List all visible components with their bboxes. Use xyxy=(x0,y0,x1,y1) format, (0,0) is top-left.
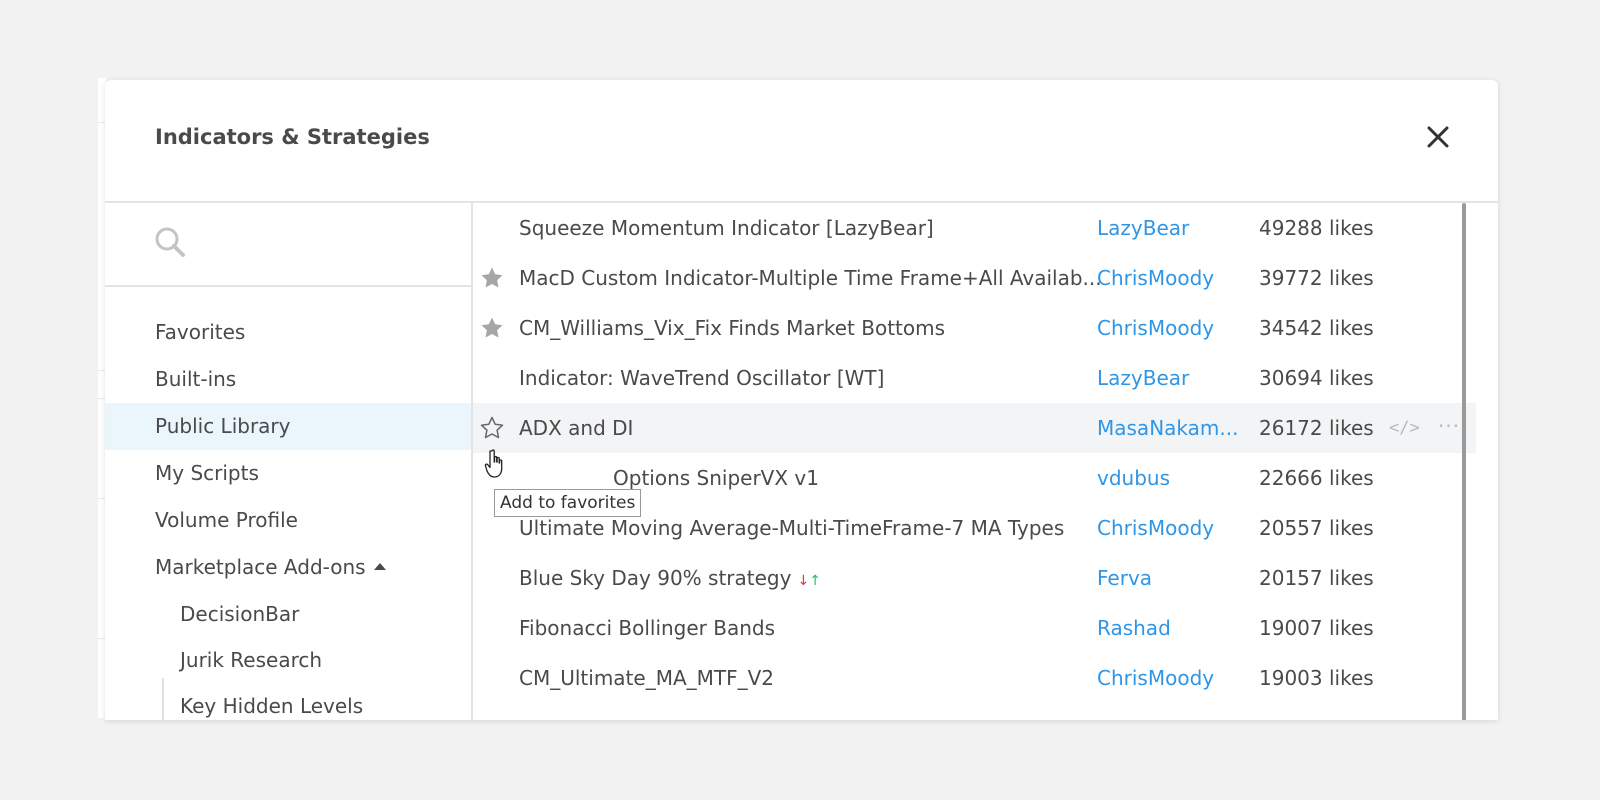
indicators-dialog: Indicators & Strategies Favorites Built-… xyxy=(105,80,1498,720)
script-likes: 20157 likes xyxy=(1259,566,1374,590)
sidebar-subitem-jurik-research[interactable]: Jurik Research xyxy=(164,637,464,683)
script-likes: 49288 likes xyxy=(1259,216,1374,240)
script-author-link[interactable]: ChrisMoody xyxy=(1097,303,1214,353)
more-options-icon[interactable]: ··· xyxy=(1438,403,1460,449)
script-author-link[interactable]: vdubus xyxy=(1097,453,1170,503)
script-name[interactable]: MacD Custom Indicator-Multiple Time Fram… xyxy=(519,253,1102,303)
script-likes: 39772 likes xyxy=(1259,266,1374,290)
script-row[interactable]: Fibonacci Bollinger Bands Rashad 19007 l… xyxy=(473,603,1476,653)
strategy-arrows-icon: ↓↑ xyxy=(797,573,820,589)
star-filled-icon[interactable] xyxy=(480,316,504,340)
script-likes: 26172 likes xyxy=(1259,416,1374,440)
sidebar-item-label: Marketplace Add-ons xyxy=(155,555,366,579)
category-sidebar: Favorites Built-ins Public Library My Sc… xyxy=(105,203,473,720)
hand-cursor-icon xyxy=(484,449,503,478)
script-author-link[interactable]: LazyBear xyxy=(1097,353,1189,403)
search-input[interactable] xyxy=(197,223,451,263)
script-likes: 19003 likes xyxy=(1259,666,1374,690)
sidebar-item-volume-profile[interactable]: Volume Profile xyxy=(105,497,471,544)
script-name: Blue Sky Day 90% strategy xyxy=(519,566,792,590)
scripts-list: Squeeze Momentum Indicator [LazyBear] La… xyxy=(473,203,1498,720)
script-row-hovered[interactable]: ADX and DI MasaNakam... 26172 likes </> … xyxy=(473,403,1476,453)
script-name[interactable]: Squeeze Momentum Indicator [LazyBear] xyxy=(519,203,934,253)
script-author-link[interactable]: ChrisMoody xyxy=(1097,503,1214,553)
script-author-link[interactable]: ChrisMoody xyxy=(1097,253,1214,303)
script-likes: 20557 likes xyxy=(1259,516,1374,540)
close-button[interactable] xyxy=(1423,122,1453,152)
script-author-link[interactable]: LazyBear xyxy=(1097,203,1189,253)
search-box xyxy=(105,203,471,287)
list-scrollbar[interactable] xyxy=(1462,203,1466,720)
script-name[interactable]: CM_Williams_Vix_Fix Finds Market Bottoms xyxy=(519,303,945,353)
sidebar-item-my-scripts[interactable]: My Scripts xyxy=(105,450,471,497)
sidebar-subitem-decisionbar[interactable]: DecisionBar xyxy=(164,591,464,637)
script-name[interactable]: Indicator: WaveTrend Oscillator [WT] xyxy=(519,353,884,403)
favorites-tooltip: Add to favorites xyxy=(494,489,642,517)
caret-up-icon xyxy=(373,563,386,570)
sidebar-subitem-key-hidden-levels[interactable]: Key Hidden Levels xyxy=(164,683,464,720)
script-row[interactable]: MacD Custom Indicator-Multiple Time Fram… xyxy=(473,253,1476,303)
arrow-down-icon: ↓ xyxy=(797,573,810,589)
arrow-up-icon: ↑ xyxy=(809,573,821,589)
dialog-title: Indicators & Strategies xyxy=(155,125,430,149)
star-outline-icon[interactable] xyxy=(480,416,504,440)
script-row[interactable]: CM_Ultimate_MA_MTF_V2 ChrisMoody 19003 l… xyxy=(473,653,1476,703)
script-name[interactable]: Options SniperVX v1 xyxy=(613,453,819,503)
script-likes: 34542 likes xyxy=(1259,316,1374,340)
script-row[interactable]: Blue Sky Day 90% strategy ↓↑ Ferva 20157 … xyxy=(473,553,1476,603)
close-icon xyxy=(1427,126,1449,148)
sidebar-item-built-ins[interactable]: Built-ins xyxy=(105,356,471,403)
script-likes: 22666 likes xyxy=(1259,466,1374,490)
script-row[interactable]: CM_Williams_Vix_Fix Finds Market Bottoms… xyxy=(473,303,1476,353)
script-author-link[interactable]: ChrisMoody xyxy=(1097,653,1214,703)
sidebar-item-marketplace-add-ons[interactable]: Marketplace Add-ons xyxy=(105,544,471,591)
script-row[interactable]: Squeeze Momentum Indicator [LazyBear] La… xyxy=(473,203,1476,253)
dialog-header: Indicators & Strategies xyxy=(105,80,1498,203)
script-author-link[interactable]: MasaNakam... xyxy=(1097,403,1238,453)
sidebar-item-public-library[interactable]: Public Library xyxy=(105,403,471,450)
script-author-link[interactable]: Ferva xyxy=(1097,553,1152,603)
sidebar-item-favorites[interactable]: Favorites xyxy=(105,309,471,356)
search-icon xyxy=(155,227,185,257)
source-code-icon[interactable]: </> xyxy=(1389,403,1420,453)
script-name[interactable]: CM_Ultimate_MA_MTF_V2 xyxy=(519,653,774,703)
script-likes: 19007 likes xyxy=(1259,616,1374,640)
script-name[interactable]: ADX and DI xyxy=(519,403,633,453)
star-filled-icon[interactable] xyxy=(480,266,504,290)
script-row[interactable]: Indicator: WaveTrend Oscillator [WT] Laz… xyxy=(473,353,1476,403)
script-name[interactable]: Fibonacci Bollinger Bands xyxy=(519,603,775,653)
script-author-link[interactable]: Rashad xyxy=(1097,603,1171,653)
script-name-wrapper[interactable]: Blue Sky Day 90% strategy ↓↑ xyxy=(519,553,821,606)
script-likes: 30694 likes xyxy=(1259,366,1374,390)
